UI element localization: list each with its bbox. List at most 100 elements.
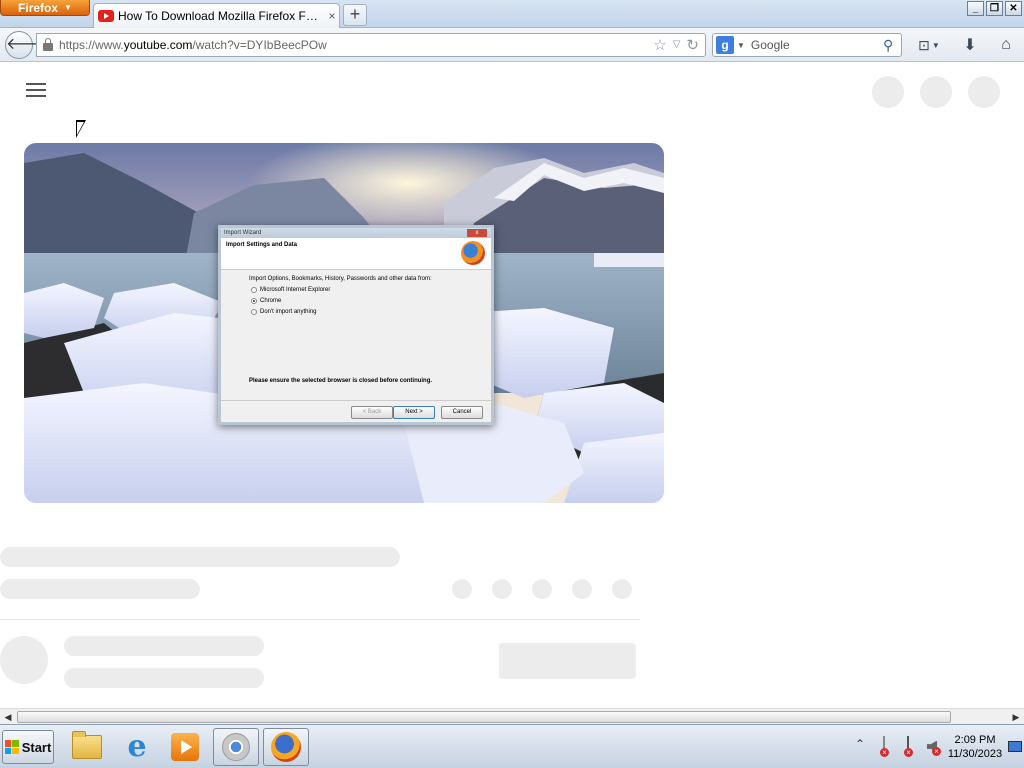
- radio-option: Microsoft Internet Explorer: [251, 287, 463, 293]
- radio-button: [251, 287, 257, 293]
- radio-option: Chrome: [251, 298, 463, 304]
- back-button[interactable]: 🡐: [5, 31, 49, 59]
- firefox-menu-label: Firefox: [18, 0, 59, 15]
- radio-label: Don't import anything: [260, 309, 317, 315]
- action-placeholder-circle: [452, 579, 472, 599]
- chrome-icon: [222, 733, 250, 761]
- dialog-question: Import Options, Bookmarks, History, Pass…: [249, 276, 432, 282]
- dialog-heading: Import Settings and Data: [226, 242, 298, 248]
- volume-tray[interactable]: ×: [920, 737, 944, 757]
- tab-title: How To Download Mozilla Firefox For Wind…: [118, 9, 321, 23]
- mute-x-icon: ×: [932, 746, 941, 756]
- clock-date: 11/30/2023: [947, 747, 1003, 760]
- taskbar-explorer[interactable]: [64, 728, 110, 766]
- dialog-back-button: < Back: [351, 406, 393, 419]
- firefox-logo-icon: [461, 241, 485, 265]
- dialog-close-icon: x: [467, 229, 487, 237]
- search-bar[interactable]: g ▼ Google ⚲: [712, 33, 902, 57]
- bookmarks-menu-button[interactable]: ⊡ ▼: [912, 34, 946, 56]
- radio-option: Don't import anything: [251, 309, 463, 315]
- dialog-titlebar: Import Wizard x: [221, 228, 491, 238]
- channel-avatar-placeholder: [0, 636, 48, 684]
- taskbar: Start e ⌃ × 2:09 PM 11/30/2023: [0, 724, 1024, 768]
- download-arrow-icon: ⬇: [963, 37, 977, 54]
- action-center-tray[interactable]: [872, 735, 896, 757]
- dialog-warning: Please ensure the selected browser is cl…: [249, 378, 433, 384]
- import-wizard-dialog: Import Wizard x Import Settings and Data…: [218, 225, 494, 425]
- reload-icon[interactable]: ↻: [686, 36, 699, 54]
- dialog-body: Import Options, Bookmarks, History, Pass…: [221, 270, 491, 321]
- downloads-button[interactable]: ⬇: [958, 34, 982, 56]
- search-icon[interactable]: ⚲: [883, 37, 901, 54]
- url-bar-actions: ☆ ▽ ↻: [653, 36, 699, 54]
- dialog-header: Import Settings and Data: [221, 238, 491, 270]
- engine-dropdown-icon[interactable]: ▼: [737, 41, 745, 50]
- windows-logo-icon: [4, 740, 19, 754]
- radio-label: Chrome: [260, 298, 282, 304]
- taskbar-media-player[interactable]: [162, 728, 208, 766]
- taskbar-internet-explorer[interactable]: e: [114, 728, 160, 766]
- dialog-cancel-button: Cancel: [441, 406, 483, 419]
- firefox-icon: [271, 732, 301, 762]
- youtube-favicon-icon: [98, 10, 114, 22]
- close-window-button[interactable]: ✕: [1005, 1, 1022, 16]
- clock-time: 2:09 PM: [954, 733, 996, 746]
- action-placeholder-circle: [492, 579, 512, 599]
- start-label: Start: [21, 739, 52, 755]
- minimize-button[interactable]: _: [967, 1, 984, 16]
- browser-tab[interactable]: How To Download Mozilla Firefox For Wind…: [93, 3, 340, 28]
- url-prefix: https://www.: [59, 38, 124, 52]
- folder-icon: [72, 731, 102, 759]
- action-placeholder-circle: [532, 579, 552, 599]
- mouse-cursor-icon: [76, 120, 86, 138]
- page-content: Import Wizard x Import Settings and Data…: [0, 63, 1024, 708]
- show-desktop-button[interactable]: [1006, 725, 1024, 768]
- title-placeholder: [0, 547, 400, 567]
- url-path: /watch?v=DYIbBeecPOw: [192, 38, 327, 52]
- system-clock[interactable]: 2:09 PM 11/30/2023: [944, 733, 1006, 761]
- divider: [0, 619, 640, 620]
- subscriber-placeholder: [64, 668, 264, 688]
- radio-button: [251, 309, 257, 315]
- url-host: youtube.com: [123, 38, 193, 52]
- taskbar-firefox[interactable]: [263, 728, 309, 766]
- horizontal-scrollbar[interactable]: ◀ ▶: [0, 708, 1024, 724]
- radio-label: Microsoft Internet Explorer: [260, 287, 331, 293]
- bookmarks-dropdown-icon: ▼: [931, 40, 940, 50]
- taskbar-chrome[interactable]: [213, 728, 259, 766]
- dialog-footer: < Back Next > Cancel: [221, 400, 491, 422]
- home-icon: ⌂: [1001, 36, 1011, 53]
- google-engine-icon[interactable]: g: [716, 36, 734, 54]
- scrollbar-thumb[interactable]: [17, 711, 951, 723]
- subscribe-placeholder: [499, 643, 636, 679]
- dialog-title: Import Wizard: [224, 230, 262, 236]
- video-player[interactable]: Import Wizard x Import Settings and Data…: [24, 143, 664, 503]
- firefox-menu-button[interactable]: Firefox ▼: [0, 0, 90, 16]
- start-button[interactable]: Start: [2, 730, 54, 764]
- url-bar[interactable]: https://www.youtube.com/watch?v=DYIbBeec…: [36, 33, 706, 57]
- meta-placeholder: [0, 579, 200, 599]
- bookmark-star-icon[interactable]: ☆: [653, 36, 666, 54]
- action-placeholder-circle: [572, 579, 592, 599]
- scroll-right-icon[interactable]: ▶: [1008, 709, 1024, 725]
- dropdown-arrow-icon: ▼: [64, 3, 72, 12]
- browser-titlebar: Firefox ▼ How To Download Mozilla Firefo…: [0, 0, 1024, 28]
- history-dropdown-icon[interactable]: ▽: [673, 36, 681, 54]
- network-icon: [907, 735, 909, 752]
- search-input[interactable]: Google: [751, 38, 883, 52]
- navigation-toolbar: 🡐 https://www.youtube.com/watch?v=DYIbBe…: [0, 28, 1024, 62]
- system-tray: ⌃ × 2:09 PM 11/30/2023: [848, 725, 1024, 768]
- window-controls: _ ❐ ✕: [967, 1, 1022, 16]
- menu-hamburger-icon[interactable]: [26, 83, 46, 99]
- scroll-left-icon[interactable]: ◀: [0, 709, 16, 725]
- network-tray[interactable]: [896, 735, 920, 757]
- tab-close-icon[interactable]: ×: [325, 9, 339, 23]
- home-button[interactable]: ⌂: [994, 34, 1018, 56]
- show-hidden-icons-button[interactable]: ⌃: [848, 737, 872, 757]
- dialog-next-button: Next >: [393, 406, 435, 419]
- header-placeholder-circle: [920, 76, 952, 108]
- new-tab-button[interactable]: +: [343, 4, 367, 26]
- restore-button[interactable]: ❐: [986, 1, 1003, 16]
- ie-icon: e: [127, 729, 147, 764]
- header-placeholder-circle: [872, 76, 904, 108]
